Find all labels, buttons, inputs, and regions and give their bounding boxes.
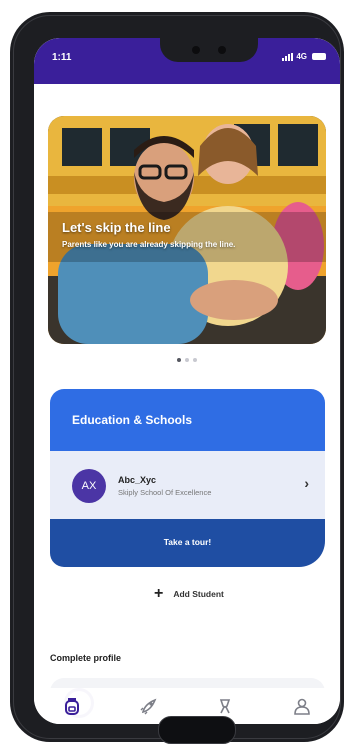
- tab-rocket[interactable]: [137, 694, 161, 718]
- network-type: 4G: [296, 52, 307, 61]
- rocket-icon: [140, 698, 157, 715]
- carousel-dot[interactable]: [185, 358, 189, 362]
- add-student-button[interactable]: + Add Student: [154, 586, 224, 602]
- rewards-icon: [220, 699, 231, 714]
- education-header: Education & Schools: [50, 389, 325, 451]
- signal-icon: [282, 52, 294, 61]
- tab-profile[interactable]: [290, 694, 314, 718]
- student-school: Skiply School Of Excellence: [118, 488, 212, 497]
- front-camera-icon: [192, 46, 200, 54]
- plus-icon: +: [154, 585, 164, 602]
- hero-title: Let's skip the line: [62, 220, 171, 235]
- education-card: Education & Schools AX Abc_Xyc Skiply Sc…: [50, 389, 325, 567]
- hero-banner[interactable]: Let's skip the line Parents like you are…: [48, 116, 326, 344]
- education-title: Education & Schools: [72, 413, 193, 427]
- student-avatar: AX: [72, 469, 106, 503]
- app-screen: 1:11 4G Let's skip the line Parents like…: [34, 38, 340, 724]
- complete-profile-title: Complete profile: [50, 653, 122, 663]
- tab-rewards[interactable]: [213, 694, 237, 718]
- chevron-right-icon[interactable]: ›: [304, 475, 309, 491]
- status-bar: 1:11 4G: [34, 38, 340, 84]
- status-time: 1:11: [52, 52, 72, 63]
- sensor-icon: [218, 46, 226, 54]
- take-tour-button[interactable]: Take a tour!: [50, 519, 325, 567]
- take-tour-label: Take a tour!: [163, 537, 212, 547]
- status-indicators: 4G: [282, 52, 326, 61]
- school-bag-icon: [65, 698, 80, 715]
- carousel-dot[interactable]: [193, 358, 197, 362]
- carousel-dot-active[interactable]: [177, 358, 181, 362]
- camera-notch: [160, 38, 258, 62]
- profile-icon: [293, 698, 310, 715]
- home-button[interactable]: [158, 716, 236, 744]
- tab-school[interactable]: [60, 694, 84, 718]
- add-student-label: Add Student: [173, 589, 224, 599]
- carousel-indicator: [34, 358, 340, 362]
- student-row[interactable]: AX Abc_Xyc Skiply School Of Excellence ›: [50, 451, 325, 519]
- student-name: Abc_Xyc: [118, 475, 157, 485]
- phone-frame: 1:11 4G Let's skip the line Parents like…: [10, 12, 344, 744]
- battery-icon: [312, 53, 326, 60]
- hero-subtitle: Parents like you are already skipping th…: [62, 240, 236, 249]
